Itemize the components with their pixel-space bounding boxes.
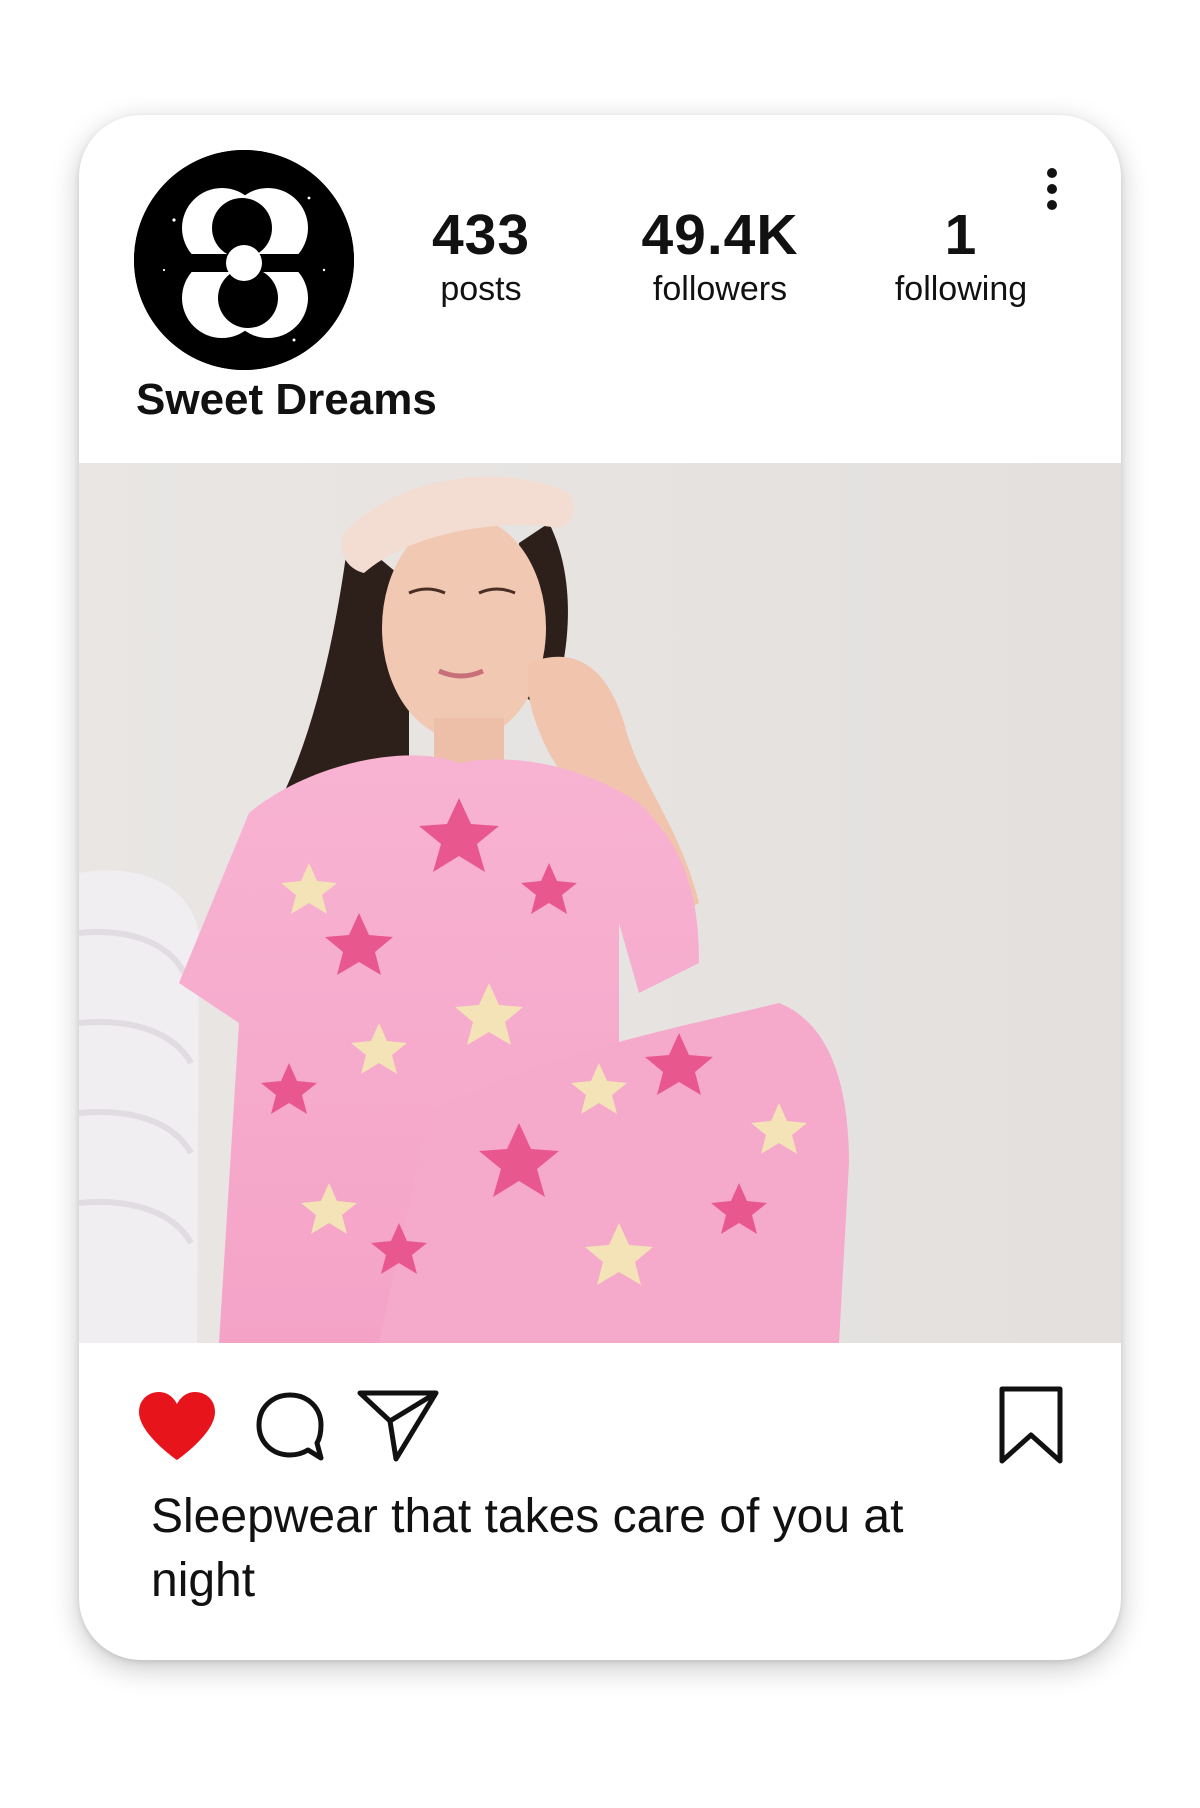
comment-bubble-icon[interactable]	[254, 1390, 326, 1469]
post-caption: Sleepwear that takes care of you at nigh…	[151, 1490, 904, 1607]
stat-followers-label: followers	[652, 270, 788, 308]
post-photo	[79, 463, 1121, 1343]
stat-following-value: 1	[944, 203, 978, 267]
profile-avatar[interactable]	[134, 150, 354, 370]
stat-following[interactable]: 1 following	[861, 205, 1061, 309]
more-vertical-icon[interactable]	[1039, 165, 1065, 213]
profile-name[interactable]: Sweet Dreams	[136, 370, 437, 430]
stat-followers-value: 49.4K	[641, 203, 799, 267]
heart-filled-icon[interactable]	[137, 1390, 217, 1467]
bookmark-icon[interactable]	[996, 1385, 1066, 1470]
stat-posts-label: posts	[440, 270, 522, 308]
post-image[interactable]	[79, 463, 1121, 1343]
stat-followers[interactable]: 49.4K followers	[620, 205, 820, 309]
stat-posts[interactable]: 433 posts	[381, 205, 581, 309]
post-card: 433 posts 49.4K followers 1 following Sw…	[79, 115, 1121, 1660]
paper-plane-icon[interactable]	[356, 1387, 440, 1468]
stat-following-label: following	[894, 270, 1028, 308]
sweet-dreams-logo-icon	[134, 150, 354, 370]
stat-posts-value: 433	[431, 203, 531, 267]
